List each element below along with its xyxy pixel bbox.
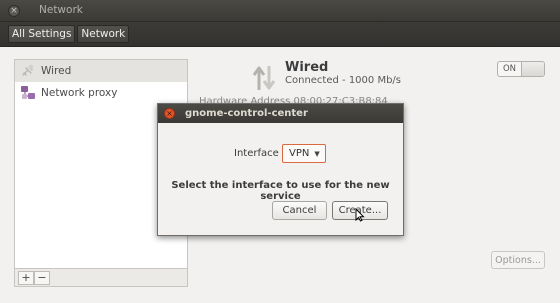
close-icon: ×: [166, 108, 173, 118]
connection-item-wired[interactable]: Wired: [15, 60, 187, 82]
add-connection-button[interactable]: +: [18, 270, 34, 285]
remove-connection-button[interactable]: −: [34, 270, 50, 285]
list-toolbar: + −: [15, 268, 187, 286]
window-titlebar: × Network: [0, 0, 560, 22]
interface-selected-value: VPN: [289, 148, 310, 159]
wired-arrows-icon: [251, 64, 277, 92]
wired-toggle-switch[interactable]: ON: [497, 61, 545, 77]
connection-label: Network proxy: [41, 87, 118, 99]
dialog-close-button[interactable]: ×: [164, 108, 175, 119]
options-button[interactable]: Options...: [491, 251, 545, 269]
window-close-button[interactable]: ×: [8, 5, 20, 17]
interface-dropdown[interactable]: VPN ▼: [282, 144, 326, 163]
new-service-dialog: × gnome-control-center Interface VPN ▼ S…: [157, 103, 404, 236]
toggle-knob: [521, 62, 544, 76]
connection-label: Wired: [41, 65, 72, 77]
dialog-title: gnome-control-center: [185, 108, 308, 119]
dialog-message: Select the interface to use for the new …: [171, 180, 390, 202]
window-title: Network: [39, 4, 83, 16]
toggle-state-label: ON: [502, 64, 517, 74]
network-proxy-icon: [19, 84, 37, 102]
dialog-titlebar: × gnome-control-center: [158, 104, 403, 123]
close-icon: ×: [10, 5, 18, 16]
breadcrumb: All Settings Network: [0, 22, 560, 47]
connection-title: Wired: [285, 60, 329, 75]
ethernet-plug-icon: [19, 62, 37, 80]
connection-item-network-proxy[interactable]: Network proxy: [15, 82, 187, 104]
mouse-pointer-icon: [355, 207, 365, 222]
connection-status: Connected - 1000 Mb/s: [285, 75, 401, 86]
cancel-button[interactable]: Cancel: [272, 201, 327, 220]
breadcrumb-network[interactable]: Network: [77, 25, 130, 43]
chevron-down-icon: ▼: [314, 149, 320, 158]
all-settings-button[interactable]: All Settings: [8, 25, 76, 43]
interface-label: Interface: [234, 148, 279, 159]
